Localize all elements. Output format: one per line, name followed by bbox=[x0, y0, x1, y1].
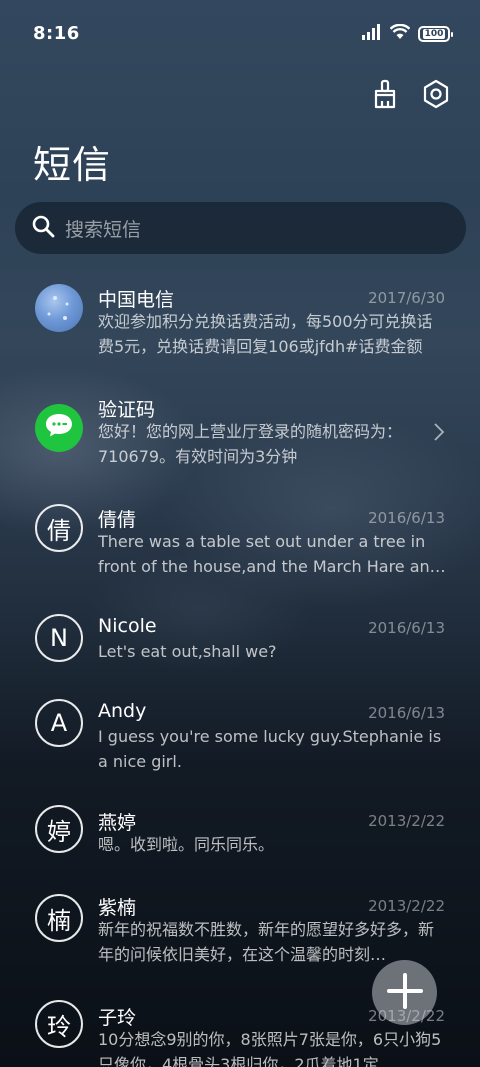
avatar: N bbox=[35, 614, 83, 662]
message-preview: 欢迎参加积分兑换话费活动，每500分可兑换话费5元，兑换话费请回复106或jfd… bbox=[98, 312, 433, 356]
contact-name: 燕婷 bbox=[98, 812, 137, 834]
message-preview: I guess you're some lucky guy.Stephanie … bbox=[98, 727, 442, 771]
page-title: 短信 bbox=[33, 143, 112, 187]
message-preview: 新年的祝福数不胜数，新年的愿望好多好多，新年的问候依旧美好，在这个温馨的时刻… bbox=[98, 920, 435, 964]
wifi-icon bbox=[389, 23, 411, 44]
message-preview: 您好！您的网上营业厅登录的随机密码为：710679。有效时间为3分钟 bbox=[98, 422, 403, 466]
battery-icon: 100 bbox=[418, 26, 453, 42]
list-item[interactable]: 婷 燕婷 2013/2/22 嗯。收到啦。同乐同乐。 bbox=[0, 795, 480, 880]
settings-icon[interactable] bbox=[420, 78, 452, 110]
avatar: 倩 bbox=[35, 504, 83, 552]
message-preview: There was a table set out under a tree i… bbox=[98, 532, 440, 576]
message-date: 2013/2/22 bbox=[368, 897, 445, 915]
avatar: 婷 bbox=[35, 805, 83, 853]
list-item[interactable]: N Nicole 2016/6/13 Let's eat out,shall w… bbox=[0, 600, 480, 685]
message-date: 2017/6/30 bbox=[368, 289, 445, 307]
contact-name: 中国电信 bbox=[98, 289, 175, 311]
message-date: 2016/6/13 bbox=[368, 509, 445, 527]
contact-name: 子玲 bbox=[98, 1007, 137, 1029]
list-item[interactable]: 验证码 您好！您的网上营业厅登录的随机密码为：710679。有效时间为3分钟 bbox=[0, 380, 480, 490]
message-preview: Let's eat out,shall we? bbox=[98, 642, 277, 661]
avatar: 玲 bbox=[35, 1000, 83, 1048]
plus-icon bbox=[386, 972, 423, 1013]
status-bar: 8:16 100 bbox=[0, 0, 480, 68]
contact-name: Nicole bbox=[98, 615, 157, 637]
contact-name: 紫楠 bbox=[98, 897, 137, 919]
battery-level: 100 bbox=[422, 29, 446, 39]
message-preview: 10分想念9别的你，8张照片7张是你，6只小狗5只像你，4根骨头3根归你，2爪着… bbox=[98, 1030, 442, 1067]
message-date: 2016/6/13 bbox=[368, 704, 445, 722]
search-icon bbox=[31, 214, 55, 242]
message-preview: 嗯。收到啦。同乐同乐。 bbox=[98, 835, 275, 854]
search-input[interactable]: 搜索短信 bbox=[15, 202, 466, 254]
status-icons: 100 bbox=[362, 23, 453, 44]
status-time: 8:16 bbox=[33, 23, 80, 44]
search-placeholder: 搜索短信 bbox=[65, 218, 142, 241]
signal-icon bbox=[362, 24, 382, 44]
new-message-button[interactable] bbox=[372, 960, 437, 1025]
avatar: A bbox=[35, 699, 83, 747]
list-item[interactable]: A Andy 2016/6/13 I guess you're some luc… bbox=[0, 685, 480, 795]
list-item[interactable]: 中国电信 2017/6/30 欢迎参加积分兑换话费活动，每500分可兑换话费5元… bbox=[0, 270, 480, 380]
chat-bubble-icon bbox=[44, 412, 74, 444]
message-date: 2013/2/22 bbox=[368, 812, 445, 830]
header-actions bbox=[370, 78, 452, 110]
contact-name: 验证码 bbox=[98, 399, 156, 421]
contact-name: 倩倩 bbox=[98, 509, 137, 531]
avatar bbox=[35, 404, 83, 452]
message-date: 2016/6/13 bbox=[368, 619, 445, 637]
avatar bbox=[35, 284, 83, 332]
list-item[interactable]: 倩 倩倩 2016/6/13 There was a table set out… bbox=[0, 490, 480, 600]
chevron-right-icon bbox=[434, 423, 445, 445]
contact-name: Andy bbox=[98, 700, 147, 722]
avatar: 楠 bbox=[35, 894, 83, 942]
broom-icon[interactable] bbox=[370, 78, 402, 110]
